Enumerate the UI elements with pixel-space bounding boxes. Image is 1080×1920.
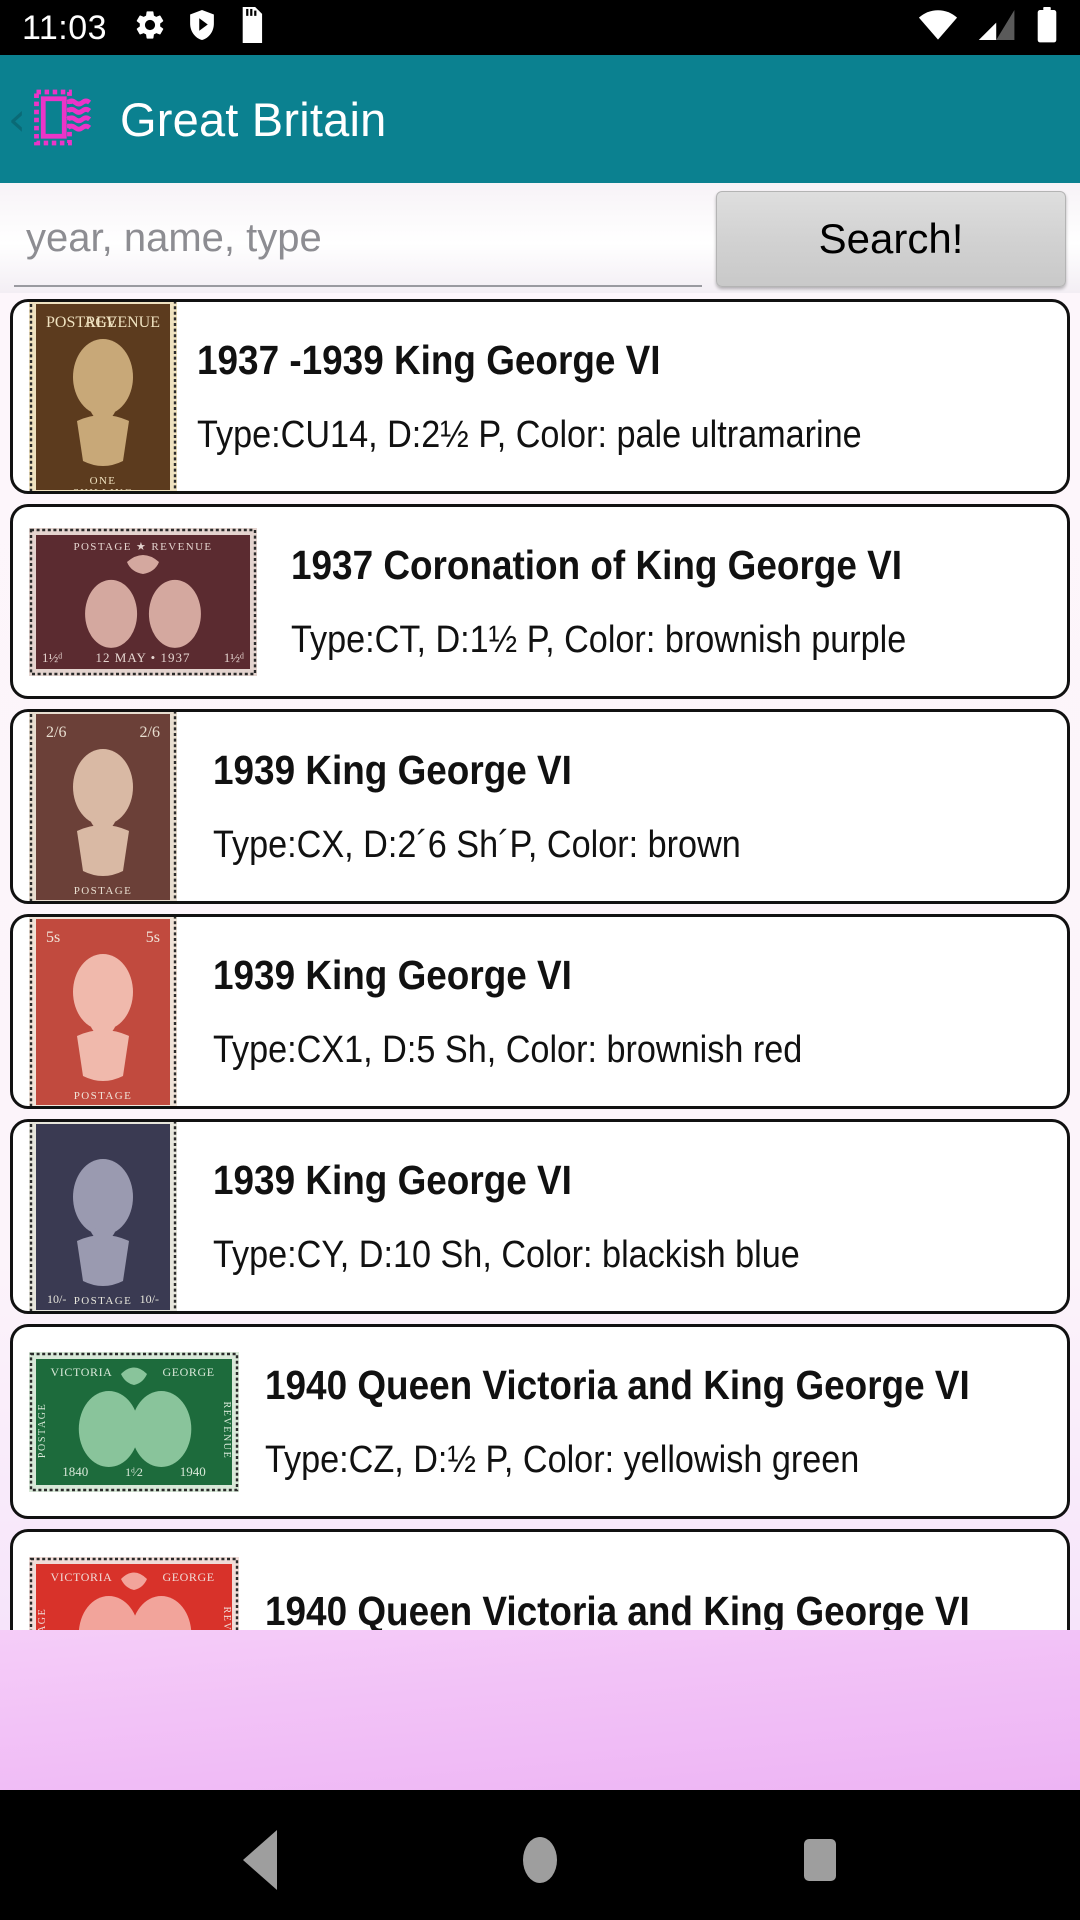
svg-text:1½ᵈ: 1½ᵈ <box>42 650 62 665</box>
svg-text:ONE: ONE <box>90 475 117 487</box>
sd-card-icon <box>237 7 265 48</box>
gear-icon <box>133 8 167 47</box>
stamp-list-item[interactable]: 10/- 10/- POSTAGE 1939 King George VI Type:… <box>10 1119 1070 1314</box>
svg-text:5s: 5s <box>46 929 60 946</box>
svg-text:2/6: 2/6 <box>46 724 66 741</box>
stamp-thumbnail: POSTAGE ★ REVENUE 12 MAY • 1937 1½ᵈ 1½ᵈ <box>29 527 257 676</box>
stamp-item-text: 1940 Queen Victoria and King George VI <box>247 1588 1051 1630</box>
svg-text:1½ᵈ: 1½ᵈ <box>224 650 244 665</box>
stamp-list-item[interactable]: 5s 5s POSTAGE 1939 King George VI Type:CX1,… <box>10 914 1070 1109</box>
svg-text:12 MAY • 1937: 12 MAY • 1937 <box>96 650 191 665</box>
stamp-item-details: Type:CZ, D:½ P, Color: yellowish green <box>265 1438 860 1481</box>
status-bar-notification-icons <box>133 7 265 48</box>
svg-text:10/-: 10/- <box>47 1292 66 1306</box>
svg-text:POSTAGE: POSTAGE <box>74 885 132 897</box>
stamp-item-title: 1940 Queen Victoria and King George VI <box>265 1361 970 1408</box>
list-background-filler <box>0 1630 1080 1790</box>
svg-text:POSTAGE ★ REVENUE: POSTAGE ★ REVENUE <box>73 541 212 553</box>
stamp-list-item[interactable]: 2/6 2/6 POSTAGE 1939 King George VI Type:CX… <box>10 709 1070 904</box>
svg-text:REVENUE: REVENUE <box>221 1606 232 1630</box>
shield-play-icon <box>187 8 217 47</box>
triangle-back-icon <box>243 1830 277 1890</box>
stamp-list-item[interactable]: POSTAGE ★ REVENUE 12 MAY • 1937 1½ᵈ 1½ᵈ 193… <box>10 504 1070 699</box>
nav-back-button[interactable] <box>200 1815 320 1905</box>
stamp-item-details: Type:CT, D:1½ P, Color: brownish purple <box>291 618 907 661</box>
stamp-item-text: 1939 King George VI Type:CX, D:2´6 Sh´P, … <box>185 747 1051 867</box>
stamp-list-item[interactable]: VICTORIA GEORGE POSTAGE REVENUE 1840 1940 1ᵈ⁄2… <box>10 1324 1070 1519</box>
svg-text:2/6: 2/6 <box>140 724 160 741</box>
cellular-signal-icon <box>978 9 1016 46</box>
svg-text:GEORGE: GEORGE <box>162 1570 214 1584</box>
nav-recents-button[interactable] <box>760 1815 880 1905</box>
stamp-thumbnail: 10/- 10/- POSTAGE <box>29 1122 177 1311</box>
stamp-item-details: Type:CX, D:2´6 Sh´P, Color: brown <box>213 823 741 866</box>
svg-text:POSTAGE: POSTAGE <box>74 1295 132 1307</box>
svg-text:SHILLING: SHILLING <box>73 487 133 495</box>
stamp-item-title: 1939 King George VI <box>213 951 572 998</box>
stamp-item-title: 1937 -1939 King George VI <box>197 336 661 383</box>
stamp-item-details: Type:CX1, D:5 Sh, Color: brownish red <box>213 1028 803 1071</box>
svg-text:10/-: 10/- <box>140 1292 159 1306</box>
stamp-thumbnail: VICTORIA GEORGE POSTAGE REVENUE <box>29 1556 239 1630</box>
svg-text:5s: 5s <box>146 929 160 946</box>
stamp-item-text: 1939 King George VI Type:CY, D:10 Sh, Col… <box>185 1157 1051 1277</box>
stamp-list-item[interactable]: VICTORIA GEORGE POSTAGE REVENUE 1940 Queen … <box>10 1529 1070 1630</box>
svg-text:VICTORIA: VICTORIA <box>51 1570 113 1584</box>
nav-home-button[interactable] <box>480 1815 600 1905</box>
svg-text:POSTAGE: POSTAGE <box>37 1402 48 1457</box>
svg-text:VICTORIA: VICTORIA <box>51 1365 113 1379</box>
stamp-item-title: 1939 King George VI <box>213 1156 572 1203</box>
stamp-item-title: 1937 Coronation of King George VI <box>291 541 902 588</box>
svg-text:1940: 1940 <box>180 1464 206 1479</box>
search-button[interactable]: Search! <box>716 191 1066 287</box>
status-bar-system-icons <box>918 7 1058 48</box>
postage-stamp-icon <box>26 83 98 155</box>
svg-text:1840: 1840 <box>62 1464 88 1479</box>
status-bar: 11:03 <box>0 0 1080 55</box>
stamp-item-text: 1939 King George VI Type:CX1, D:5 Sh, Col… <box>185 952 1051 1072</box>
svg-text:REVENUE: REVENUE <box>221 1401 232 1459</box>
search-input[interactable] <box>26 215 702 261</box>
stamp-item-details: Type:CU14, D:2½ P, Color: pale ultramari… <box>197 413 862 456</box>
svg-text:REVENUE: REVENUE <box>85 314 160 331</box>
stamp-item-details: Type:CY, D:10 Sh, Color: blackish blue <box>213 1233 800 1276</box>
search-bar: Search! <box>0 183 1080 293</box>
svg-text:POSTAGE: POSTAGE <box>37 1607 48 1630</box>
square-recents-icon <box>804 1839 836 1881</box>
status-bar-clock: 11:03 <box>22 8 108 47</box>
stamp-list[interactable]: POSTAGE REVENUE ONE SHILLING 1937 -1939 Kin… <box>0 293 1080 1630</box>
wifi-icon <box>918 9 958 46</box>
stamp-item-text: 1940 Queen Victoria and King George VI Ty… <box>247 1362 1051 1482</box>
system-navigation-bar <box>0 1790 1080 1920</box>
stamp-item-text: 1937 -1939 King George VI Type:CU14, D:2½… <box>185 337 1051 457</box>
stamp-list-item[interactable]: POSTAGE REVENUE ONE SHILLING 1937 -1939 Kin… <box>10 299 1070 494</box>
svg-text:POSTAGE: POSTAGE <box>74 1090 132 1102</box>
battery-icon <box>1036 7 1058 48</box>
stamp-item-title: 1939 King George VI <box>213 746 572 793</box>
stamp-item-title: 1940 Queen Victoria and King George VI <box>265 1588 970 1630</box>
stamp-thumbnail: 5s 5s POSTAGE <box>29 917 177 1106</box>
stamp-thumbnail: POSTAGE REVENUE ONE SHILLING <box>29 302 177 495</box>
stamp-item-text: 1937 Coronation of King George VI Type:CT… <box>265 542 1051 662</box>
page-title: Great Britain <box>120 92 387 146</box>
stamp-thumbnail: VICTORIA GEORGE POSTAGE REVENUE 1840 1940 1ᵈ⁄2 <box>29 1351 239 1492</box>
svg-text:1ᵈ⁄2: 1ᵈ⁄2 <box>125 1465 143 1479</box>
stamp-thumbnail: 2/6 2/6 POSTAGE <box>29 712 177 901</box>
app-bar: ‹ Great Britain <box>0 55 1080 183</box>
svg-text:GEORGE: GEORGE <box>162 1365 214 1379</box>
search-field-wrapper[interactable] <box>14 191 702 287</box>
circle-home-icon <box>523 1837 557 1883</box>
